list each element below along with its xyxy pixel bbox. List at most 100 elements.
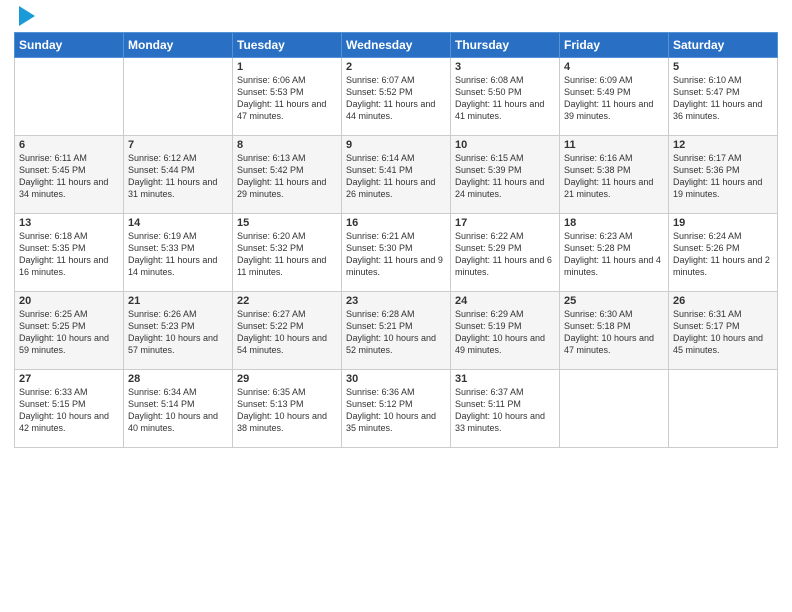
calendar-cell [124, 58, 233, 136]
calendar-cell: 30Sunrise: 6:36 AM Sunset: 5:12 PM Dayli… [342, 370, 451, 448]
calendar-week-row: 6Sunrise: 6:11 AM Sunset: 5:45 PM Daylig… [15, 136, 778, 214]
calendar-header-tuesday: Tuesday [233, 33, 342, 58]
calendar-cell: 17Sunrise: 6:22 AM Sunset: 5:29 PM Dayli… [451, 214, 560, 292]
calendar-header-friday: Friday [560, 33, 669, 58]
calendar-week-row: 27Sunrise: 6:33 AM Sunset: 5:15 PM Dayli… [15, 370, 778, 448]
day-number: 7 [128, 139, 228, 151]
day-number: 12 [673, 139, 773, 151]
calendar-cell: 19Sunrise: 6:24 AM Sunset: 5:26 PM Dayli… [669, 214, 778, 292]
logo [14, 10, 35, 26]
calendar-cell: 10Sunrise: 6:15 AM Sunset: 5:39 PM Dayli… [451, 136, 560, 214]
day-info: Sunrise: 6:11 AM Sunset: 5:45 PM Dayligh… [19, 152, 119, 201]
calendar-cell [669, 370, 778, 448]
calendar-cell: 1Sunrise: 6:06 AM Sunset: 5:53 PM Daylig… [233, 58, 342, 136]
day-number: 29 [237, 373, 337, 385]
day-number: 9 [346, 139, 446, 151]
calendar-cell [15, 58, 124, 136]
day-number: 24 [455, 295, 555, 307]
day-number: 30 [346, 373, 446, 385]
calendar-cell: 20Sunrise: 6:25 AM Sunset: 5:25 PM Dayli… [15, 292, 124, 370]
day-number: 21 [128, 295, 228, 307]
day-info: Sunrise: 6:15 AM Sunset: 5:39 PM Dayligh… [455, 152, 555, 201]
day-number: 3 [455, 61, 555, 73]
calendar-cell: 2Sunrise: 6:07 AM Sunset: 5:52 PM Daylig… [342, 58, 451, 136]
day-info: Sunrise: 6:30 AM Sunset: 5:18 PM Dayligh… [564, 308, 664, 357]
calendar-cell: 22Sunrise: 6:27 AM Sunset: 5:22 PM Dayli… [233, 292, 342, 370]
day-number: 26 [673, 295, 773, 307]
day-number: 18 [564, 217, 664, 229]
day-info: Sunrise: 6:21 AM Sunset: 5:30 PM Dayligh… [346, 230, 446, 279]
day-info: Sunrise: 6:16 AM Sunset: 5:38 PM Dayligh… [564, 152, 664, 201]
calendar-week-row: 20Sunrise: 6:25 AM Sunset: 5:25 PM Dayli… [15, 292, 778, 370]
day-number: 6 [19, 139, 119, 151]
day-number: 22 [237, 295, 337, 307]
calendar-header-monday: Monday [124, 33, 233, 58]
day-number: 14 [128, 217, 228, 229]
day-info: Sunrise: 6:25 AM Sunset: 5:25 PM Dayligh… [19, 308, 119, 357]
day-info: Sunrise: 6:10 AM Sunset: 5:47 PM Dayligh… [673, 74, 773, 123]
calendar-header-sunday: Sunday [15, 33, 124, 58]
calendar-cell: 13Sunrise: 6:18 AM Sunset: 5:35 PM Dayli… [15, 214, 124, 292]
day-info: Sunrise: 6:36 AM Sunset: 5:12 PM Dayligh… [346, 386, 446, 435]
day-info: Sunrise: 6:12 AM Sunset: 5:44 PM Dayligh… [128, 152, 228, 201]
calendar-cell: 3Sunrise: 6:08 AM Sunset: 5:50 PM Daylig… [451, 58, 560, 136]
day-info: Sunrise: 6:26 AM Sunset: 5:23 PM Dayligh… [128, 308, 228, 357]
day-number: 11 [564, 139, 664, 151]
day-info: Sunrise: 6:31 AM Sunset: 5:17 PM Dayligh… [673, 308, 773, 357]
day-info: Sunrise: 6:07 AM Sunset: 5:52 PM Dayligh… [346, 74, 446, 123]
day-number: 17 [455, 217, 555, 229]
calendar-cell: 6Sunrise: 6:11 AM Sunset: 5:45 PM Daylig… [15, 136, 124, 214]
calendar-cell: 18Sunrise: 6:23 AM Sunset: 5:28 PM Dayli… [560, 214, 669, 292]
day-number: 20 [19, 295, 119, 307]
calendar-header-saturday: Saturday [669, 33, 778, 58]
day-number: 4 [564, 61, 664, 73]
calendar-week-row: 13Sunrise: 6:18 AM Sunset: 5:35 PM Dayli… [15, 214, 778, 292]
day-info: Sunrise: 6:24 AM Sunset: 5:26 PM Dayligh… [673, 230, 773, 279]
calendar-cell: 15Sunrise: 6:20 AM Sunset: 5:32 PM Dayli… [233, 214, 342, 292]
day-number: 1 [237, 61, 337, 73]
calendar-cell: 28Sunrise: 6:34 AM Sunset: 5:14 PM Dayli… [124, 370, 233, 448]
day-number: 23 [346, 295, 446, 307]
day-info: Sunrise: 6:35 AM Sunset: 5:13 PM Dayligh… [237, 386, 337, 435]
day-number: 15 [237, 217, 337, 229]
day-info: Sunrise: 6:23 AM Sunset: 5:28 PM Dayligh… [564, 230, 664, 279]
day-number: 13 [19, 217, 119, 229]
day-info: Sunrise: 6:22 AM Sunset: 5:29 PM Dayligh… [455, 230, 555, 279]
day-number: 5 [673, 61, 773, 73]
calendar-cell [560, 370, 669, 448]
calendar-cell: 31Sunrise: 6:37 AM Sunset: 5:11 PM Dayli… [451, 370, 560, 448]
calendar-cell: 12Sunrise: 6:17 AM Sunset: 5:36 PM Dayli… [669, 136, 778, 214]
day-info: Sunrise: 6:37 AM Sunset: 5:11 PM Dayligh… [455, 386, 555, 435]
day-number: 27 [19, 373, 119, 385]
day-info: Sunrise: 6:13 AM Sunset: 5:42 PM Dayligh… [237, 152, 337, 201]
calendar-cell: 7Sunrise: 6:12 AM Sunset: 5:44 PM Daylig… [124, 136, 233, 214]
day-info: Sunrise: 6:09 AM Sunset: 5:49 PM Dayligh… [564, 74, 664, 123]
calendar-cell: 25Sunrise: 6:30 AM Sunset: 5:18 PM Dayli… [560, 292, 669, 370]
calendar-header-wednesday: Wednesday [342, 33, 451, 58]
calendar-header-row: SundayMondayTuesdayWednesdayThursdayFrid… [15, 33, 778, 58]
calendar-cell: 23Sunrise: 6:28 AM Sunset: 5:21 PM Dayli… [342, 292, 451, 370]
day-info: Sunrise: 6:33 AM Sunset: 5:15 PM Dayligh… [19, 386, 119, 435]
calendar-cell: 27Sunrise: 6:33 AM Sunset: 5:15 PM Dayli… [15, 370, 124, 448]
calendar-cell: 26Sunrise: 6:31 AM Sunset: 5:17 PM Dayli… [669, 292, 778, 370]
day-info: Sunrise: 6:34 AM Sunset: 5:14 PM Dayligh… [128, 386, 228, 435]
day-info: Sunrise: 6:08 AM Sunset: 5:50 PM Dayligh… [455, 74, 555, 123]
day-info: Sunrise: 6:28 AM Sunset: 5:21 PM Dayligh… [346, 308, 446, 357]
calendar-cell: 11Sunrise: 6:16 AM Sunset: 5:38 PM Dayli… [560, 136, 669, 214]
calendar-cell: 16Sunrise: 6:21 AM Sunset: 5:30 PM Dayli… [342, 214, 451, 292]
calendar-cell: 9Sunrise: 6:14 AM Sunset: 5:41 PM Daylig… [342, 136, 451, 214]
day-number: 8 [237, 139, 337, 151]
day-info: Sunrise: 6:29 AM Sunset: 5:19 PM Dayligh… [455, 308, 555, 357]
header [14, 10, 778, 26]
logo-arrow-icon [19, 6, 35, 26]
calendar-cell: 24Sunrise: 6:29 AM Sunset: 5:19 PM Dayli… [451, 292, 560, 370]
day-number: 2 [346, 61, 446, 73]
day-info: Sunrise: 6:19 AM Sunset: 5:33 PM Dayligh… [128, 230, 228, 279]
calendar-cell: 4Sunrise: 6:09 AM Sunset: 5:49 PM Daylig… [560, 58, 669, 136]
calendar-cell: 8Sunrise: 6:13 AM Sunset: 5:42 PM Daylig… [233, 136, 342, 214]
calendar-header-thursday: Thursday [451, 33, 560, 58]
calendar-cell: 14Sunrise: 6:19 AM Sunset: 5:33 PM Dayli… [124, 214, 233, 292]
day-number: 28 [128, 373, 228, 385]
calendar-cell: 29Sunrise: 6:35 AM Sunset: 5:13 PM Dayli… [233, 370, 342, 448]
day-info: Sunrise: 6:14 AM Sunset: 5:41 PM Dayligh… [346, 152, 446, 201]
